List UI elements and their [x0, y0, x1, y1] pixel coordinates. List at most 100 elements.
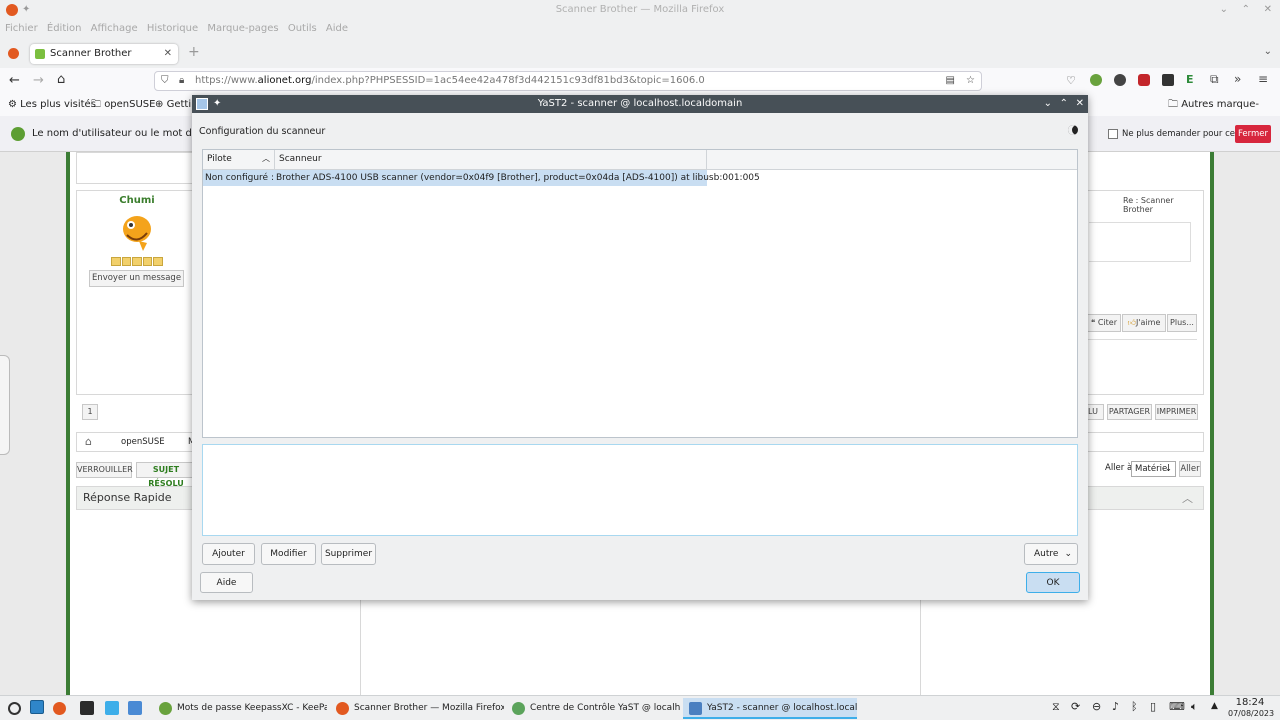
moon-icon[interactable]: [1068, 125, 1078, 135]
url-prefix: https://www.: [195, 75, 258, 86]
maximize-icon[interactable]: ⌃: [1242, 0, 1250, 20]
overflow-chevron-icon[interactable]: »: [1234, 72, 1241, 86]
collapse-chevron-icon[interactable]: ︿: [1182, 490, 1193, 506]
add-button[interactable]: Ajouter: [202, 543, 255, 565]
tab-close-icon[interactable]: ✕: [164, 44, 172, 64]
reader-view-icon[interactable]: ▤: [946, 72, 955, 90]
maximize-icon[interactable]: ⌃: [1060, 95, 1068, 113]
minimize-icon[interactable]: ⌄: [1220, 0, 1228, 20]
lock-topic-button[interactable]: VERROUILLER: [76, 462, 133, 478]
notification-close-button[interactable]: Fermer: [1235, 125, 1271, 143]
goto-button[interactable]: Aller: [1179, 461, 1201, 477]
pin-icon[interactable]: ✦: [22, 0, 30, 20]
share-button[interactable]: PARTAGER: [1107, 404, 1152, 420]
bookmark-most-visited[interactable]: ⚙ Les plus visités: [8, 96, 96, 114]
goto-select[interactable]: Matériel ⌄: [1131, 461, 1176, 477]
extension-dark-icon[interactable]: [1114, 74, 1126, 86]
quote-button[interactable]: ❝ Citer: [1087, 314, 1121, 332]
firefox-titlebar: Scanner Brother — Mozilla Firefox ✦ ⌄ ⌃ …: [0, 0, 1280, 20]
back-icon[interactable]: ←: [9, 73, 20, 88]
print-button[interactable]: IMPRIMER: [1155, 404, 1198, 420]
menu-historique[interactable]: Historique: [147, 23, 198, 34]
other-menu-button[interactable]: Autre ⌄: [1024, 543, 1078, 565]
tray-keyboard-icon[interactable]: ⌨: [1169, 700, 1185, 713]
pin-icon[interactable]: ✦: [213, 95, 221, 113]
sidebar-handle[interactable]: [0, 355, 10, 455]
tray-notifications-icon[interactable]: ♪: [1112, 700, 1119, 713]
post-content-panel: Re : Scanner Brother ❝ Citer 👍︎J'aime Pl…: [1080, 190, 1204, 395]
menu-fichier[interactable]: Fichier: [5, 23, 38, 34]
lock-icon[interactable]: 🔒︎: [179, 72, 184, 90]
file-manager-icon[interactable]: [105, 701, 119, 715]
terminal-icon[interactable]: [80, 701, 94, 715]
post-author-name[interactable]: Chumi: [77, 195, 197, 206]
firefox-view-icon[interactable]: [8, 48, 19, 59]
ok-button[interactable]: OK: [1026, 572, 1080, 593]
minimize-icon[interactable]: ⌄: [1044, 95, 1052, 113]
pocket-icon[interactable]: ♡: [1066, 74, 1076, 87]
app-menu-icon[interactable]: ≡: [1258, 72, 1268, 86]
gear-icon: ⚙: [8, 99, 17, 110]
solved-topic-button[interactable]: SUJET RÉSOLU: [136, 462, 196, 488]
breadcrumb-opensuse[interactable]: openSUSE: [121, 437, 165, 447]
tray-clipboard-icon[interactable]: ▯: [1150, 700, 1156, 713]
extension-e-icon[interactable]: E: [1186, 73, 1194, 86]
list-tabs-icon[interactable]: ⌄: [1264, 46, 1272, 57]
column-header-scanneur[interactable]: Scanneur: [275, 150, 707, 170]
url-bar[interactable]: ⛉ 🔒︎ https://www.alionet.org/index.php?P…: [154, 71, 982, 91]
post-author-panel: Chumi Envoyer un message: [76, 190, 206, 395]
other-label: Autre: [1034, 549, 1059, 559]
post-title[interactable]: Re : Scanner Brother: [1123, 196, 1203, 214]
tray-disable-icon[interactable]: ⊖: [1092, 700, 1101, 713]
software-center-icon[interactable]: [128, 701, 142, 715]
extensions-puzzle-icon[interactable]: ⧉: [1210, 72, 1219, 87]
extension-alionet-icon[interactable]: [1090, 74, 1102, 86]
scanner-table[interactable]: Pilote ︿ Scanneur Non configuré : Brother…: [202, 149, 1078, 438]
tray-updater-icon[interactable]: ⟳: [1071, 700, 1080, 713]
send-message-button[interactable]: Envoyer un message: [89, 270, 184, 287]
yast-titlebar[interactable]: ✦ YaST2 - scanner @ localhost.localdomai…: [192, 95, 1088, 113]
menu-aide[interactable]: Aide: [326, 23, 348, 34]
more-button[interactable]: Plus...: [1167, 314, 1197, 332]
task-yast-scanner[interactable]: YaST2 - scanner @ localhost.locald...: [683, 698, 857, 719]
pagination-page-1[interactable]: 1: [82, 404, 98, 420]
column-header-pilote[interactable]: Pilote ︿: [203, 150, 275, 170]
ublock-icon[interactable]: [1138, 74, 1150, 86]
bookmark-star-icon[interactable]: ☆: [966, 72, 975, 90]
clock-date[interactable]: 07/08/2023: [1228, 709, 1274, 718]
menu-affichage[interactable]: Affichage: [91, 23, 138, 34]
close-icon[interactable]: ✕: [1076, 95, 1084, 113]
table-row[interactable]: Non configuré : Brother ADS-4100 USB sca…: [203, 170, 760, 186]
help-button[interactable]: Aide: [200, 572, 253, 593]
tray-expand-icon[interactable]: ▲: [1211, 701, 1218, 711]
task-firefox[interactable]: Scanner Brother — Mozilla Firefox: [330, 698, 504, 719]
extension-grid-icon[interactable]: [1162, 74, 1174, 86]
forward-icon[interactable]: →: [33, 73, 44, 88]
dont-ask-checkbox[interactable]: [1108, 129, 1118, 139]
home-icon[interactable]: ⌂: [57, 72, 65, 87]
tray-volume-icon[interactable]: 🔈︎: [1191, 700, 1198, 714]
edit-button[interactable]: Modifier: [261, 543, 316, 565]
tab-scanner-brother[interactable]: Scanner Brother ✕: [30, 44, 178, 64]
desktop-icon[interactable]: [30, 700, 44, 714]
delete-button[interactable]: Supprimer: [321, 543, 376, 565]
clock-time[interactable]: 18:24: [1228, 697, 1272, 708]
menu-marque-pages[interactable]: Marque-pages: [207, 23, 278, 34]
task-yast-control-center[interactable]: Centre de Contrôle YaST @ localho...: [506, 698, 680, 719]
menu-edition[interactable]: Édition: [47, 23, 82, 34]
menu-outils[interactable]: Outils: [288, 23, 317, 34]
taskbar: Mots de passe KeepassXC - KeePas... Scan…: [0, 695, 1280, 720]
bookmark-getting-started[interactable]: ⊕ Getti: [155, 96, 191, 114]
firefox-launcher-icon[interactable]: [53, 702, 66, 715]
tray-network-icon[interactable]: ⧖: [1052, 700, 1060, 714]
application-launcher-icon[interactable]: [8, 702, 21, 715]
tray-bluetooth-icon[interactable]: ᛒ: [1131, 700, 1138, 713]
new-tab-icon[interactable]: +: [188, 44, 200, 60]
close-window-icon[interactable]: ✕: [1264, 0, 1272, 20]
like-button[interactable]: 👍︎J'aime: [1122, 314, 1166, 332]
home-breadcrumb-icon[interactable]: ⌂: [85, 435, 92, 448]
bookmark-opensuse[interactable]: 🗀 openSUSE: [91, 96, 155, 114]
task-keepassxc[interactable]: Mots de passe KeepassXC - KeePas...: [153, 698, 327, 719]
quick-reply-header[interactable]: Réponse Rapide: [76, 486, 206, 510]
tracking-shield-icon[interactable]: ⛉: [161, 72, 169, 90]
